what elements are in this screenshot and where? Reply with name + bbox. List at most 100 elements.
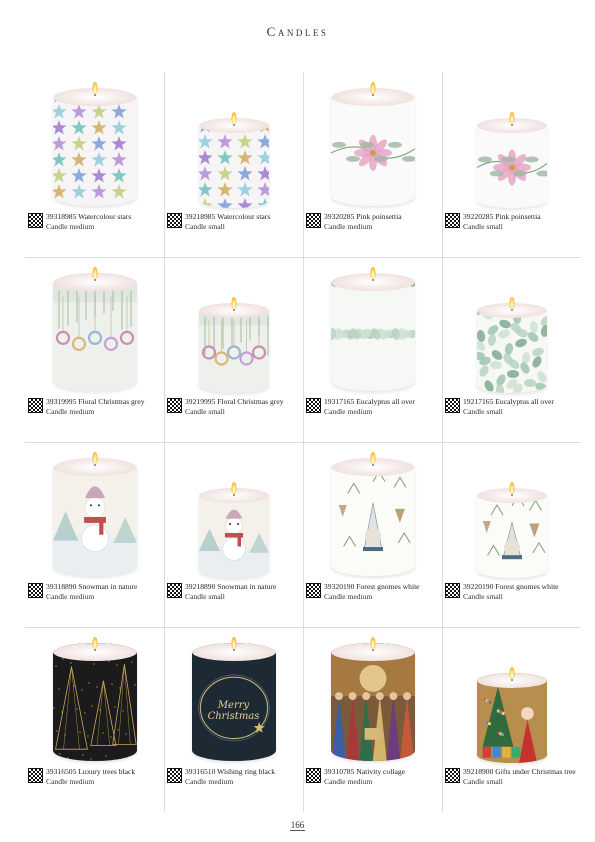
candle-image [198, 488, 269, 578]
product-size: Candle medium [324, 407, 373, 416]
candle-image [476, 118, 547, 208]
product-size: Candle medium [185, 777, 234, 786]
flame-icon [92, 452, 97, 464]
product-size: Candle small [185, 407, 225, 416]
product-size: Candle small [185, 222, 225, 231]
candle-image [198, 303, 269, 393]
candle-image [330, 88, 415, 206]
product-card: 39218900 Gifts under Christmas tree Cand… [442, 631, 581, 816]
product-code-name: 39218900 Gifts under Christmas tree [463, 767, 576, 776]
product-label: 39218890 Snowman in nature Candle small [167, 582, 303, 606]
candle-image [476, 488, 547, 578]
product-label: 39318890 Snowman in nature Candle medium [28, 582, 164, 606]
flame-icon [231, 637, 236, 649]
qr-code-icon [445, 213, 460, 228]
qr-code-icon [306, 768, 321, 783]
product-code-name: 39218985 Watercolour stars [185, 212, 271, 221]
product-size: Candle medium [46, 777, 95, 786]
product-card: 39319995 Floral Christmas grey Candle me… [25, 261, 164, 446]
product-size: Candle small [463, 592, 503, 601]
product-label: 39220190 Forest gnomes white Candle smal… [445, 582, 581, 606]
flame-icon [231, 297, 236, 309]
product-size: Candle small [463, 777, 503, 786]
product-code-name: 39320190 Forest gnomes white [324, 582, 420, 591]
candle-image [52, 273, 137, 391]
candle-image: Merry Christmas [191, 643, 276, 761]
qr-code-icon [28, 768, 43, 783]
flame-icon [231, 482, 236, 494]
page-number-text: 166 [289, 820, 306, 831]
qr-code-icon [445, 398, 460, 413]
candle-print-text: Merry Christmas [207, 699, 260, 722]
flame-icon [509, 112, 514, 124]
qr-code-icon [167, 583, 182, 598]
product-card: Merry Christmas 39316510 Wishing ring bl… [164, 631, 303, 816]
product-label: 39220285 Pink poinsettia Candle small [445, 212, 581, 236]
candle-image [330, 643, 415, 761]
product-size: Candle medium [324, 222, 373, 231]
product-card: 19217165 Eucalyptus all over Candle smal… [442, 261, 581, 446]
qr-code-icon [28, 398, 43, 413]
flame-icon [370, 637, 375, 649]
product-label: 39218900 Gifts under Christmas tree Cand… [445, 767, 581, 791]
product-size: Candle medium [46, 222, 95, 231]
qr-code-icon [28, 213, 43, 228]
candle-image [52, 88, 137, 206]
product-code-name: 39318985 Watercolour stars [46, 212, 132, 221]
product-code-name: 39220285 Pink poinsettia [463, 212, 541, 221]
product-label: 39320285 Pink poinsettia Candle medium [306, 212, 442, 236]
product-label: 39218985 Watercolour stars Candle small [167, 212, 303, 236]
product-code-name: 39319995 Floral Christmas grey [46, 397, 145, 406]
flame-icon [509, 667, 514, 679]
product-code-name: 19317165 Eucalyptus all over [324, 397, 415, 406]
product-card: 39320190 Forest gnomes white Candle medi… [303, 446, 442, 631]
flame-icon [92, 267, 97, 279]
product-label: 39319995 Floral Christmas grey Candle me… [28, 397, 164, 421]
product-code-name: 39219995 Floral Christmas grey [185, 397, 284, 406]
product-code-name: 19217165 Eucalyptus all over [463, 397, 554, 406]
candle-image [330, 458, 415, 576]
qr-code-icon [306, 583, 321, 598]
product-card: 39219995 Floral Christmas grey Candle sm… [164, 261, 303, 446]
product-size: Candle medium [324, 777, 373, 786]
qr-code-icon [167, 398, 182, 413]
product-card: 39218890 Snowman in nature Candle small [164, 446, 303, 631]
candle-image [476, 303, 547, 393]
product-card: 39220285 Pink poinsettia Candle small [442, 76, 581, 261]
candle-image [330, 273, 415, 391]
flame-icon [92, 637, 97, 649]
product-code-name: 39218890 Snowman in nature [185, 582, 277, 591]
flame-icon [370, 267, 375, 279]
flame-icon [370, 82, 375, 94]
product-code-name: 39316510 Wishing ring black [185, 767, 276, 776]
product-size: Candle small [185, 592, 225, 601]
product-label: 39310785 Nativity collage Candle medium [306, 767, 442, 791]
product-label: 39316505 Luxury trees black Candle mediu… [28, 767, 164, 791]
qr-code-icon [167, 213, 182, 228]
product-code-name: 39320285 Pink poinsettia [324, 212, 402, 221]
product-code-name: 39220190 Forest gnomes white [463, 582, 559, 591]
product-card: 39316505 Luxury trees black Candle mediu… [25, 631, 164, 816]
flame-icon [370, 452, 375, 464]
product-label: 39318985 Watercolour stars Candle medium [28, 212, 164, 236]
product-card: 19317165 Eucalyptus all over Candle medi… [303, 261, 442, 446]
product-label: 19317165 Eucalyptus all over Candle medi… [306, 397, 442, 421]
product-label: 19217165 Eucalyptus all over Candle smal… [445, 397, 581, 421]
qr-code-icon [28, 583, 43, 598]
product-size: Candle medium [324, 592, 373, 601]
product-label: 39219995 Floral Christmas grey Candle sm… [167, 397, 303, 421]
product-card: 39318985 Watercolour stars Candle medium [25, 76, 164, 261]
product-size: Candle medium [46, 407, 95, 416]
product-label: 39320190 Forest gnomes white Candle medi… [306, 582, 442, 606]
product-card: 39318890 Snowman in nature Candle medium [25, 446, 164, 631]
product-label: 39316510 Wishing ring black Candle mediu… [167, 767, 303, 791]
candle-image [198, 118, 269, 208]
qr-code-icon [306, 213, 321, 228]
flame-icon [509, 482, 514, 494]
product-size: Candle medium [46, 592, 95, 601]
flame-icon [92, 82, 97, 94]
page-number: 166 [0, 820, 595, 831]
flame-icon [231, 112, 236, 124]
flame-icon [509, 297, 514, 309]
candle-image [52, 643, 137, 761]
